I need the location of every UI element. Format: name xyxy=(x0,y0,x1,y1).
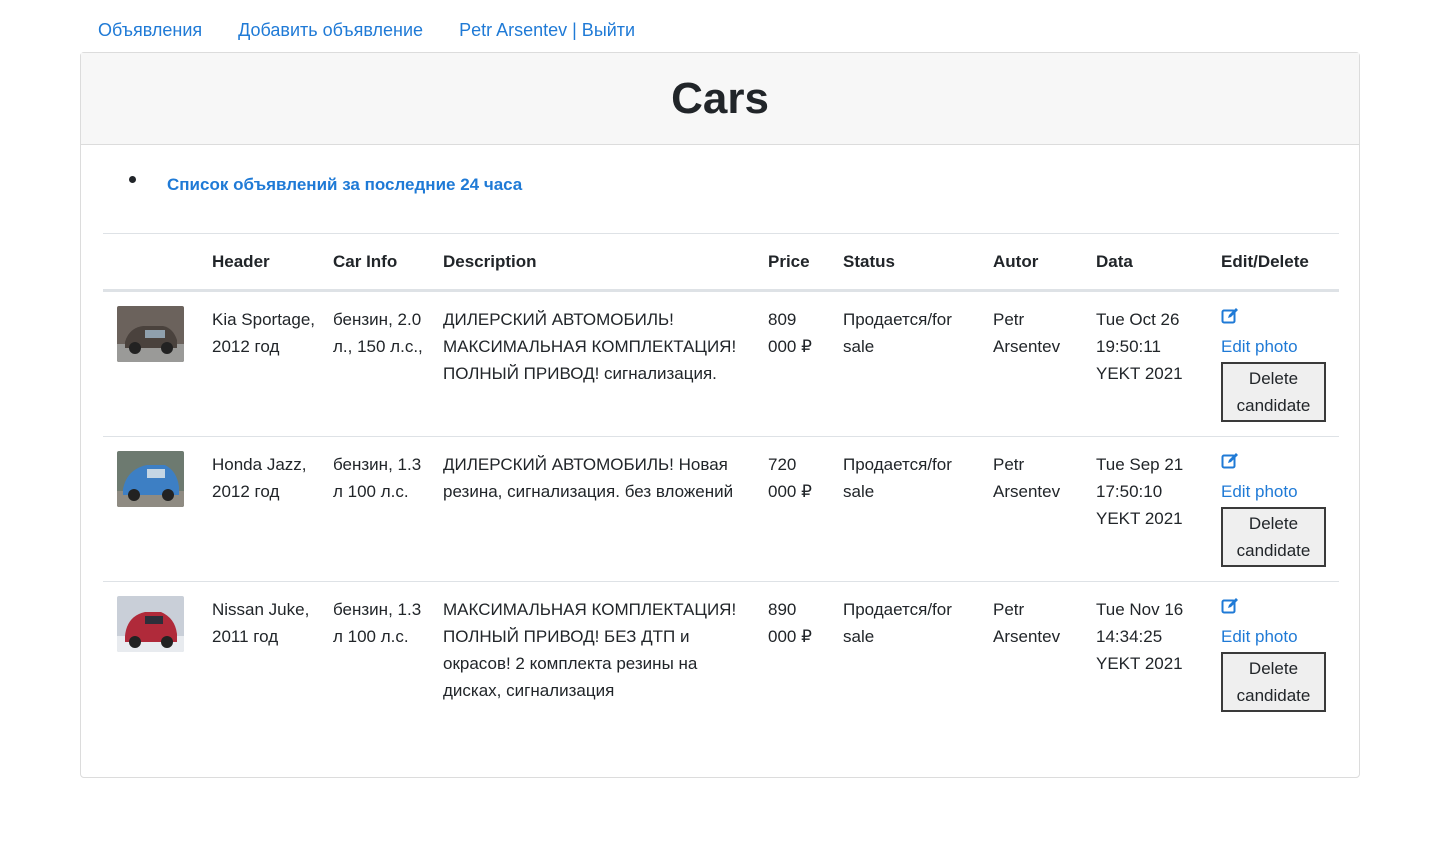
card-header: Cars xyxy=(81,53,1359,145)
row-date: Tue Nov 16 14:34:25 YEKT 2021 xyxy=(1082,581,1207,726)
nav-ads-link[interactable]: Объявления xyxy=(80,20,220,41)
page-title: Cars xyxy=(671,73,769,123)
col-status-header: Status xyxy=(829,233,979,292)
table-row: Honda Jazz, 2012 год бензин, 1.3 л 100 л… xyxy=(103,436,1339,582)
row-autor: Petr Arsentev xyxy=(979,436,1082,582)
edit-photo-link[interactable]: Edit photo xyxy=(1221,478,1339,505)
edit-icon[interactable] xyxy=(1221,307,1239,325)
row-date: Tue Sep 21 17:50:10 YEKT 2021 xyxy=(1082,436,1207,582)
top-nav: Объявления Добавить объявление Petr Arse… xyxy=(80,16,653,44)
row-price: 809 000 ₽ xyxy=(768,310,812,356)
col-description-header: Description xyxy=(429,233,754,292)
nav-add-ad-link[interactable]: Добавить объявление xyxy=(220,20,441,41)
row-actions: Edit photo Delete candidate xyxy=(1207,436,1339,582)
row-actions: Edit photo Delete candidate xyxy=(1207,581,1339,726)
row-autor: Petr Arsentev xyxy=(979,581,1082,726)
col-price-header: Price xyxy=(754,233,829,292)
delete-candidate-button[interactable]: Delete candidate xyxy=(1221,362,1326,422)
edit-photo-link[interactable]: Edit photo xyxy=(1221,623,1339,650)
row-car-info: бензин, 1.3 л 100 л.с. xyxy=(319,581,429,726)
col-autor-header: Autor xyxy=(979,233,1082,292)
row-autor: Petr Arsentev xyxy=(993,310,1061,356)
row-car-info: бензин, 1.3 л 100 л.с. xyxy=(319,436,429,582)
table-header-row: Header Car Info Description Price Status… xyxy=(103,233,1339,292)
car-photo-thumbnail xyxy=(117,596,184,652)
row-status: Продается/for sale xyxy=(829,436,979,582)
edit-icon[interactable] xyxy=(1221,452,1239,470)
row-status: Продается/for sale xyxy=(843,310,952,356)
row-description: ДИЛЕРСКИЙ АВТОМОБИЛЬ! МАКСИМАЛЬНАЯ КОМПЛ… xyxy=(443,310,737,383)
edit-icon[interactable] xyxy=(1221,597,1239,615)
row-actions: Edit photo Delete candidate xyxy=(1207,291,1339,437)
col-car-info-header: Car Info xyxy=(319,233,429,292)
table-row: Kia Sportage, 2012 год бензин, 2.0 л., 1… xyxy=(103,291,1339,437)
row-description: ДИЛЕРСКИЙ АВТОМОБИЛЬ! Новая резина, сигн… xyxy=(429,436,754,582)
delete-candidate-button[interactable]: Delete candidate xyxy=(1221,652,1326,712)
nav-user-logout-link[interactable]: Petr Arsentev | Выйти xyxy=(441,20,653,41)
row-header: Nissan Juke, 2011 год xyxy=(198,581,319,726)
row-description: МАКСИМАЛЬНАЯ КОМПЛЕКТАЦИЯ! ПОЛНЫЙ ПРИВОД… xyxy=(429,581,754,726)
col-header-header: Header xyxy=(198,233,319,292)
col-photo-header xyxy=(103,233,198,292)
col-edit-delete-header: Edit/Delete xyxy=(1207,233,1339,292)
list-bullet xyxy=(129,176,136,183)
row-status: Продается/for sale xyxy=(829,581,979,726)
row-header: Honda Jazz, 2012 год xyxy=(198,436,319,582)
cars-table: Header Car Info Description Price Status… xyxy=(103,233,1339,726)
table-row: Nissan Juke, 2011 год бензин, 1.3 л 100 … xyxy=(103,581,1339,726)
col-date-header: Data xyxy=(1082,233,1207,292)
row-price: 720 000 ₽ xyxy=(754,436,829,582)
row-header: Kia Sportage, 2012 год xyxy=(212,310,316,356)
car-photo-thumbnail xyxy=(117,306,184,362)
car-photo-thumbnail xyxy=(117,451,184,507)
delete-candidate-button[interactable]: Delete candidate xyxy=(1221,507,1326,567)
row-price: 890 000 ₽ xyxy=(754,581,829,726)
row-car-info: бензин, 2.0 л., 150 л.с., xyxy=(333,310,423,356)
cars-table-wrapper: Header Car Info Description Price Status… xyxy=(103,233,1339,726)
row-date: Tue Oct 26 19:50:11 YEKT 2021 xyxy=(1096,310,1183,383)
edit-photo-link[interactable]: Edit photo xyxy=(1221,333,1339,360)
cars-card: Cars Список объявлений за последние 24 ч… xyxy=(80,52,1360,778)
last-24h-link[interactable]: Список объявлений за последние 24 часа xyxy=(167,175,522,195)
